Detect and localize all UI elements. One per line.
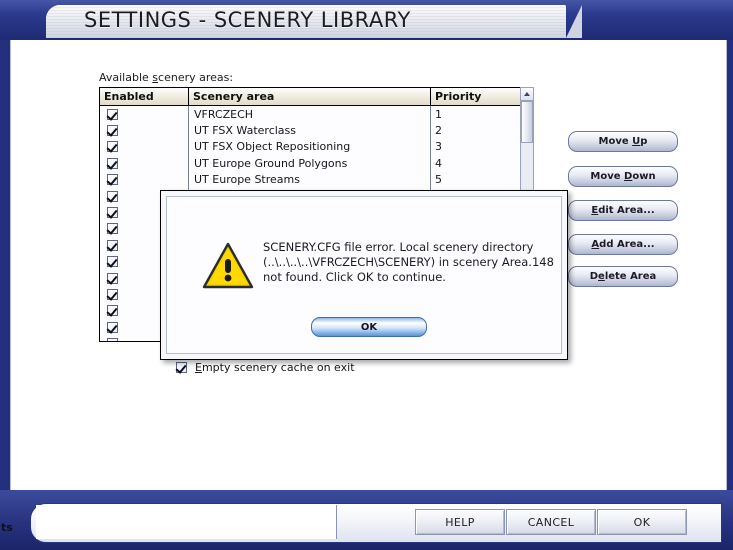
dialog-message-line-1: SCENERY.CFG file error. Local scenery di… [263, 240, 534, 254]
delete-area-button[interactable]: Delete Area [568, 266, 678, 287]
side-button-label: Delete Area [589, 271, 657, 282]
row-enabled-cell[interactable] [100, 122, 189, 139]
row-scenery-area-cell: UT Europe Ground Polygons [189, 155, 431, 172]
table-row[interactable]: UT FSX Waterclass 2 [100, 122, 520, 139]
table-row[interactable]: UT Europe Streams 5 [100, 171, 520, 188]
row-enabled-cell[interactable] [100, 138, 189, 156]
row-priority-cell: 5 [431, 171, 518, 188]
row-enabled-checkbox[interactable] [107, 338, 118, 341]
move-down-button[interactable]: Move Down [568, 166, 678, 187]
side-button-label: Move Up [598, 136, 648, 147]
column-header-enabled[interactable]: Enabled [100, 88, 189, 105]
dialog-message: SCENERY.CFG file error. Local scenery di… [263, 240, 563, 285]
label-text-b: cenery areas: [158, 71, 234, 84]
dialog-message-line-3: not found. Click OK to continue. [263, 270, 446, 284]
row-scenery-area-cell: UT FSX Object Repositioning [189, 138, 431, 156]
move-up-button[interactable]: Move Up [568, 131, 678, 152]
row-scenery-area-cell: VFRCZECH [189, 106, 431, 123]
row-enabled-checkbox[interactable] [107, 207, 118, 219]
settings-scenery-library-window: SETTINGS - SCENERY LIBRARY Available sce… [0, 0, 733, 550]
dialog-ok-button[interactable]: OK [311, 317, 427, 337]
side-button-label: Edit Area... [591, 205, 655, 216]
row-enabled-checkbox[interactable] [107, 157, 118, 169]
label-text-a: Available [99, 71, 153, 84]
row-enabled-checkbox[interactable] [107, 272, 118, 284]
row-enabled-cell[interactable] [100, 106, 189, 123]
scroll-up-arrow-icon[interactable] [521, 88, 533, 101]
row-enabled-checkbox[interactable] [107, 223, 118, 235]
empty-scenery-cache-checkbox-row[interactable]: Empty scenery cache on exit [176, 361, 355, 374]
help-button[interactable]: HELP [415, 509, 505, 535]
row-scenery-area-cell: UT FSX Waterclass [189, 122, 431, 139]
row-enabled-cell[interactable] [100, 171, 189, 188]
row-enabled-cell[interactable] [100, 155, 189, 172]
row-priority-cell: 4 [431, 155, 518, 172]
row-enabled-checkbox[interactable] [107, 256, 118, 268]
side-button-label: Add Area... [591, 239, 655, 250]
corner-partial-text: ts [1, 521, 13, 534]
column-header-scenery-area[interactable]: Scenery area [189, 88, 431, 105]
page-title: SETTINGS - SCENERY LIBRARY [84, 8, 411, 32]
empty-scenery-cache-checkbox[interactable] [176, 362, 187, 373]
table-header-row: Enabled Scenery area Priority [100, 88, 520, 106]
dialog-message-line-2: (..\..\..\..\VFRCZECH\SCENERY) in scener… [263, 255, 554, 269]
row-enabled-checkbox[interactable] [107, 108, 118, 120]
accel-m: E [195, 361, 202, 374]
row-priority-cell: 1 [431, 106, 518, 123]
ok-button[interactable]: OK [597, 509, 687, 535]
table-row[interactable]: UT Europe Ground Polygons 4 [100, 155, 520, 172]
side-button-label: Move Down [590, 171, 656, 182]
table-row[interactable]: UT FSX Object Repositioning 3 [100, 138, 520, 156]
row-enabled-checkbox[interactable] [107, 305, 118, 317]
row-enabled-checkbox[interactable] [107, 125, 118, 137]
warning-triangle-icon [202, 242, 254, 290]
add-area-button[interactable]: Add Area... [568, 234, 678, 255]
column-header-priority[interactable]: Priority [431, 88, 518, 105]
edit-area-button[interactable]: Edit Area... [568, 200, 678, 221]
row-priority-cell: 2 [431, 122, 518, 139]
row-enabled-checkbox[interactable] [107, 174, 118, 186]
row-enabled-checkbox[interactable] [107, 288, 118, 300]
row-priority-cell: 3 [431, 138, 518, 156]
row-enabled-checkbox[interactable] [107, 321, 118, 333]
row-enabled-checkbox[interactable] [107, 190, 118, 202]
scrollbar-thumb[interactable] [521, 101, 533, 143]
row-scenery-area-cell: UT Europe Streams [189, 171, 431, 188]
row-enabled-checkbox[interactable] [107, 141, 118, 153]
bottom-left-white-area [36, 505, 337, 539]
table-row[interactable]: VFRCZECH 1 [100, 106, 520, 123]
empty-scenery-cache-label: Empty scenery cache on exit [195, 361, 355, 374]
cancel-button[interactable]: CANCEL [506, 509, 596, 535]
row-enabled-checkbox[interactable] [107, 239, 118, 251]
available-scenery-areas-label: Available scenery areas: [99, 71, 233, 84]
